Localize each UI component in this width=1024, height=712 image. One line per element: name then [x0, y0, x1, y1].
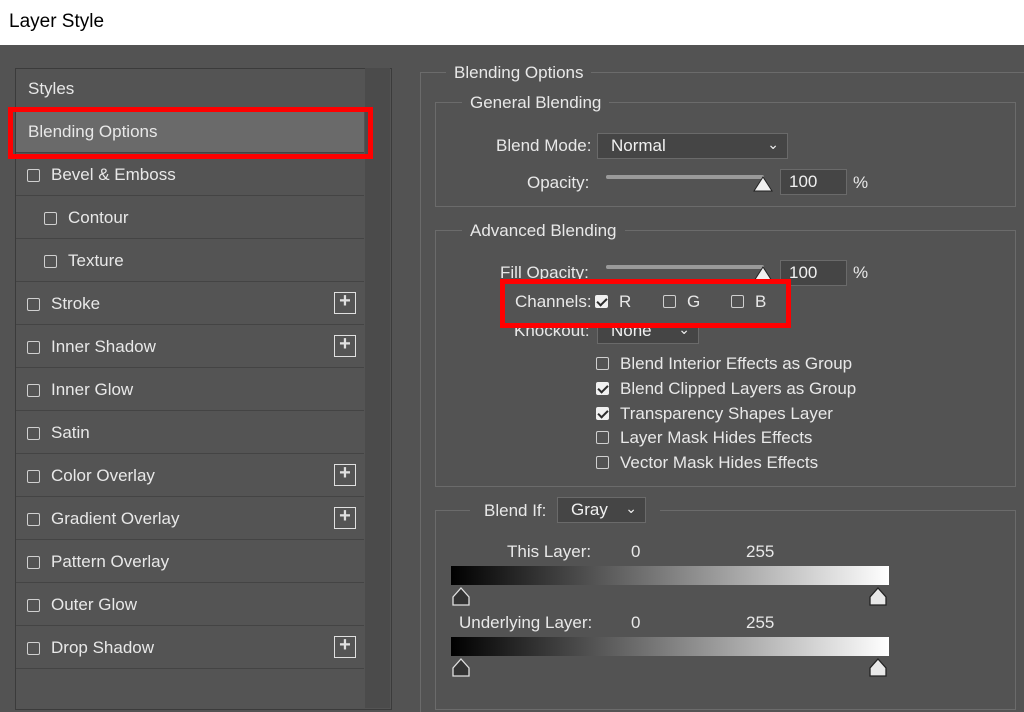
sidebar-item-checkbox[interactable] — [27, 427, 40, 440]
fill-opacity-slider-fill — [606, 265, 764, 269]
blend-clipped-layers-as-grouplabel: Blend Clipped Layers as Group — [620, 378, 857, 398]
styles-header[interactable]: Styles — [16, 68, 364, 110]
title-bar: Layer Style — [0, 0, 1024, 45]
transparency-shapes-layerlabel: Transparency Shapes Layer — [620, 403, 833, 423]
sidebar-item-checkbox[interactable] — [27, 384, 40, 397]
sidebar-item-label: Outer Glow — [51, 595, 137, 614]
add-effect-plus-icon[interactable]: + — [334, 291, 356, 314]
layer-mask-hides-effectscheckbox[interactable] — [596, 431, 609, 445]
fill-opacity-slider[interactable] — [606, 265, 764, 269]
blend-clipped-layers-as-groupcheckbox[interactable] — [596, 381, 609, 395]
sidebar-item-inner-glow[interactable]: Inner Glow — [16, 369, 364, 411]
sidebar-item-checkbox[interactable] — [27, 556, 40, 569]
channels-highlight — [500, 279, 791, 328]
sidebar-item-bevel-emboss[interactable]: Bevel & Emboss — [16, 154, 364, 196]
sidebar-item-satin[interactable]: Satin — [16, 412, 364, 454]
sidebar-item-texture[interactable]: Texture — [16, 240, 364, 282]
this-layer-black-thumb-icon[interactable] — [451, 587, 471, 607]
opacity-label: Opacity: — [527, 173, 590, 192]
blending-options-highlight — [8, 107, 373, 159]
underlying-layer-max: 255 — [746, 613, 775, 632]
this-layer-gradient — [451, 566, 889, 585]
sidebar-item-label: Contour — [68, 208, 129, 227]
blend-mode-label: Blend Mode: — [496, 136, 592, 155]
vector-mask-hides-effectscheckbox[interactable] — [596, 456, 609, 470]
add-effect-plus-icon[interactable]: + — [334, 506, 356, 529]
blend-mode-select[interactable]: Normal ⌄ — [597, 133, 788, 159]
sidebar-item-checkbox[interactable] — [27, 599, 40, 612]
blend-if-value: Gray — [571, 500, 608, 519]
this-layer-white-thumb-icon[interactable] — [868, 587, 888, 607]
underlying-layer-white-thumb-icon[interactable] — [868, 658, 888, 678]
fill-opacity-unit: % — [853, 263, 869, 282]
blend-if-group — [435, 510, 1016, 710]
sidebar-item-checkbox[interactable] — [27, 642, 40, 655]
sidebar-item-label: Gradient Overlay — [51, 509, 180, 528]
advanced-blending-legend: Advanced Blending — [462, 221, 625, 241]
blending-options-legend: Blending Options — [446, 63, 592, 83]
sidebar-item-label: Stroke — [51, 294, 101, 313]
sidebar-item-checkbox[interactable] — [44, 212, 57, 225]
sidebar-item-contour[interactable]: Contour — [16, 197, 364, 239]
sidebar-item-checkbox[interactable] — [27, 298, 40, 311]
sidebar-item-label: Color Overlay — [51, 466, 155, 485]
underlying-layer-gradient — [451, 637, 889, 656]
sidebar-item-label: Satin — [51, 423, 90, 442]
sidebar-item-label: Inner Glow — [51, 380, 134, 399]
add-effect-plus-icon[interactable]: + — [334, 635, 356, 658]
sidebar-item-label: Texture — [68, 251, 124, 270]
sidebar-item-inner-shadow[interactable]: Inner Shadow + — [16, 326, 364, 368]
sidebar-item-label: Inner Shadow — [51, 337, 156, 356]
chevron-down-icon: ⌄ — [767, 136, 779, 152]
styles-header-label: Styles — [28, 79, 75, 98]
blend-if-label: Blend If: — [484, 501, 547, 520]
this-layer-min: 0 — [631, 542, 641, 561]
sidebar-item-pattern-overlay[interactable]: Pattern Overlay — [16, 541, 364, 583]
add-effect-plus-icon[interactable]: + — [334, 334, 356, 357]
chevron-down-icon: ⌄ — [625, 500, 637, 516]
sidebar-item-checkbox[interactable] — [44, 255, 57, 268]
layer-mask-hides-effectslabel: Layer Mask Hides Effects — [620, 428, 813, 448]
sidebar-item-label: Drop Shadow — [51, 638, 155, 657]
general-blending-legend: General Blending — [462, 93, 610, 113]
opacity-input[interactable]: 100 — [780, 169, 847, 195]
blend-mode-value: Normal — [611, 136, 666, 155]
this-layer-max: 255 — [746, 542, 775, 561]
sidebar-item-outer-glow[interactable]: Outer Glow — [16, 584, 364, 626]
opacity-slider[interactable] — [606, 175, 764, 179]
styles-list-scrollbar[interactable] — [365, 68, 390, 708]
sidebar-item-label: Bevel & Emboss — [51, 165, 176, 184]
window-title: Layer Style — [9, 11, 105, 32]
opacity-slider-thumb-icon[interactable] — [753, 176, 773, 194]
opacity-unit: % — [853, 173, 869, 192]
sidebar-item-checkbox[interactable] — [27, 470, 40, 483]
underlying-layer-min: 0 — [631, 613, 641, 632]
blend-interior-effects-as-groupcheckbox[interactable] — [596, 357, 609, 370]
sidebar-item-color-overlay[interactable]: Color Overlay + — [16, 455, 364, 497]
underlying-layer-label: Underlying Layer: — [459, 613, 593, 632]
underlying-layer-black-thumb-icon[interactable] — [451, 658, 471, 678]
vector-mask-hides-effectslabel: Vector Mask Hides Effects — [620, 453, 819, 473]
sidebar-item-checkbox[interactable] — [27, 169, 40, 182]
sidebar-item-checkbox[interactable] — [27, 513, 40, 526]
sidebar-item-gradient-overlay[interactable]: Gradient Overlay + — [16, 498, 364, 540]
opacity-slider-fill — [606, 175, 764, 179]
sidebar-item-label: Pattern Overlay — [51, 552, 170, 571]
blend-interior-effects-as-grouplabel: Blend Interior Effects as Group — [620, 354, 853, 373]
sidebar-item-drop-shadow[interactable]: Drop Shadow + — [16, 627, 364, 669]
sidebar-item-checkbox[interactable] — [27, 341, 40, 354]
this-layer-label: This Layer: — [507, 542, 592, 561]
transparency-shapes-layercheckbox[interactable] — [596, 406, 609, 420]
add-effect-plus-icon[interactable]: + — [334, 463, 356, 486]
blend-if-select[interactable]: Gray ⌄ — [557, 497, 646, 523]
sidebar-item-stroke[interactable]: Stroke + — [16, 283, 364, 325]
